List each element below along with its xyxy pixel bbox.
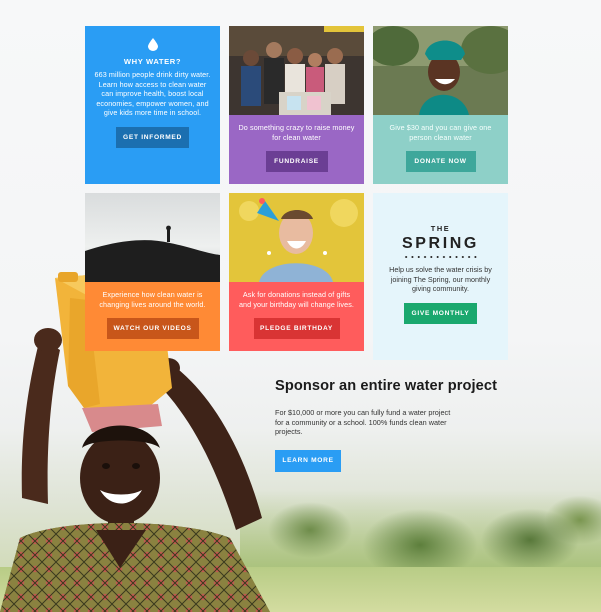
videos-photo [85,193,220,282]
birthday-tile: Ask for donations instead of gifts and y… [229,193,364,351]
sponsor-title: Sponsor an entire water project [275,378,498,394]
pledge-birthday-button[interactable]: PLEDGE BIRTHDAY [253,318,340,339]
donate-photo [373,26,508,115]
sponsor-text: For $10,000 or more you can fully fund a… [275,408,451,437]
give-monthly-button[interactable]: GIVE MONTHLY [404,302,477,324]
donate-tile: Give $30 and you can give one person cle… [373,26,508,184]
the-spring-tile: THE SPRING Help us solve the water crisi… [373,193,508,360]
the-spring-the: THE [430,224,451,233]
why-water-tile: WHY WATER? 663 million people drink dirt… [85,26,220,184]
birthday-photo [229,193,364,282]
why-water-text: 663 million people drink dirty water. Le… [94,70,211,117]
videos-tile: Experience how clean water is changing l… [85,193,220,351]
birthday-panel: Ask for donations instead of gifts and y… [229,282,364,351]
why-water-heading: WHY WATER? [123,57,182,66]
watch-our-videos-button[interactable]: WATCH OUR VIDEOS [106,318,199,339]
donate-now-button[interactable]: DONATE NOW [405,151,476,172]
sponsor-section: Sponsor an entire water project For $10,… [275,378,515,472]
birthday-text: Ask for donations instead of gifts and y… [238,290,355,309]
fundraise-button[interactable]: FUNDRAISE [265,151,328,172]
dotted-divider [402,255,479,259]
water-drop-icon [147,38,158,51]
get-informed-button[interactable]: GET INFORMED [116,126,189,148]
the-spring-title: SPRING [402,235,479,252]
fundraise-panel: Do something crazy to raise money for cl… [229,115,364,184]
fundraise-text: Do something crazy to raise money for cl… [238,123,355,142]
videos-panel: Experience how clean water is changing l… [85,282,220,351]
fundraise-tile: Do something crazy to raise money for cl… [229,26,364,184]
donate-text: Give $30 and you can give one person cle… [389,123,492,142]
fundraise-photo [229,26,364,115]
why-water-panel: WHY WATER? 663 million people drink dirt… [85,26,220,184]
the-spring-text: Help us solve the water crisis by joinin… [389,265,492,293]
learn-more-button[interactable]: LEARN MORE [275,449,341,472]
donate-panel: Give $30 and you can give one person cle… [373,115,508,184]
videos-text: Experience how clean water is changing l… [99,290,206,309]
